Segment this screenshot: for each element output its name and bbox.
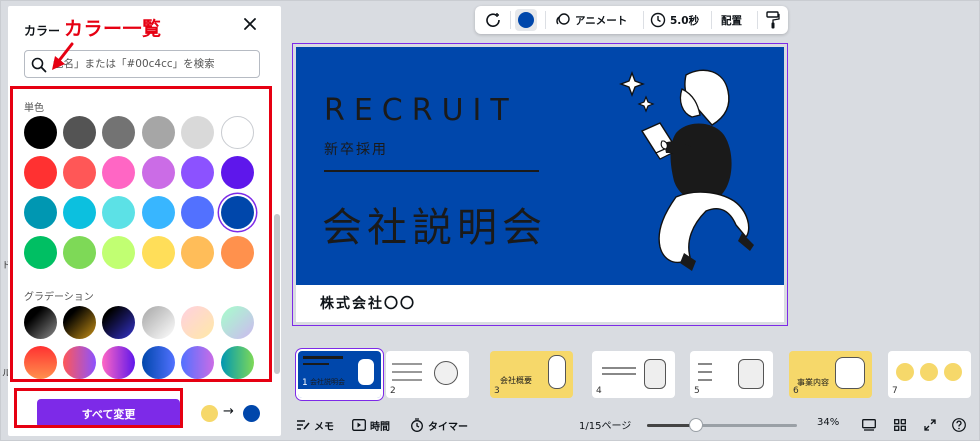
timer-icon — [411, 418, 423, 432]
element-toolbar: アニメート 5.0秒 配置 — [475, 6, 788, 34]
grid-view-icon[interactable] — [894, 416, 906, 434]
page-thumbnail-4[interactable]: 4 — [592, 351, 675, 398]
annotation-box-apply — [14, 388, 183, 428]
page-thumbnail-1[interactable]: 1 会社説明会 — [298, 351, 381, 398]
magic-edit-icon[interactable] — [481, 6, 505, 34]
annotation-arrow-icon — [52, 42, 74, 70]
arrow-icon: → — [223, 404, 234, 419]
thumbnail-number: 2 — [390, 386, 396, 396]
zoom-slider-track[interactable] — [647, 424, 797, 427]
color-button[interactable] — [513, 6, 539, 34]
timer-button[interactable]: タイマー — [410, 416, 468, 434]
duration-button[interactable]: 5.0秒 — [650, 6, 699, 34]
slide-title[interactable]: RECRUIT — [324, 93, 518, 128]
animate-button[interactable]: アニメート — [555, 6, 627, 34]
notes-label: メモ — [314, 421, 334, 433]
thumbnail-number: 1 — [302, 378, 308, 388]
fullscreen-icon[interactable] — [924, 416, 936, 434]
replace-from-swatch — [201, 405, 218, 422]
replace-to-swatch — [243, 405, 260, 422]
thumbnail-number: 4 — [596, 386, 602, 396]
page-view-icon[interactable] — [862, 416, 876, 434]
person-laptop-illustration[interactable] — [616, 61, 766, 281]
thumbnail-number: 7 — [892, 386, 898, 396]
animate-label: アニメート — [575, 14, 628, 27]
page-thumbnail-5[interactable]: 5 — [690, 351, 773, 398]
page-thumbnail-3[interactable]: 会社概要 3 — [490, 351, 573, 398]
notes-button[interactable]: メモ — [296, 416, 334, 434]
notes-icon — [297, 420, 310, 430]
page-indicator: 1/15ページ — [579, 421, 632, 432]
close-icon[interactable] — [241, 15, 259, 33]
page-thumbnail-7[interactable]: 7 — [888, 351, 971, 398]
thumbnail-label: 会社概要 — [500, 376, 532, 385]
duration-label: 5.0秒 — [670, 14, 700, 27]
page-thumbnail-6[interactable]: 事業内容 6 — [789, 351, 872, 398]
zoom-level[interactable]: 34% — [817, 417, 839, 428]
thumbnail-number: 5 — [694, 386, 700, 396]
position-label: 配置 — [721, 14, 742, 27]
thumbnail-number: 3 — [494, 386, 500, 396]
thumbnail-label: 会社説明会 — [310, 378, 345, 386]
slide-divider — [324, 170, 539, 172]
slide-canvas[interactable]: RECRUIT 新卒採用 会社説明会 株式会社〇〇 — [296, 47, 784, 322]
slide-main-title[interactable]: 会社説明会 — [322, 195, 547, 253]
zoom-slider-handle[interactable] — [689, 418, 703, 432]
animate-icon — [556, 13, 570, 25]
slide-company-name[interactable]: 株式会社〇〇 — [320, 293, 416, 313]
paint-roller-icon[interactable] — [764, 6, 782, 34]
thumbnail-label: 事業内容 — [797, 378, 829, 387]
clock-icon — [650, 12, 666, 28]
thumbnail-number: 6 — [793, 386, 799, 396]
panel-scrollbar[interactable] — [274, 214, 280, 374]
position-button[interactable]: 配置 — [721, 6, 742, 34]
play-screen-icon — [352, 419, 366, 431]
time-label: 時間 — [370, 421, 390, 433]
page-thumbnail-2[interactable]: 2 — [386, 351, 469, 398]
time-button[interactable]: 時間 — [352, 416, 390, 434]
help-icon[interactable] — [952, 416, 966, 434]
timer-label: タイマー — [428, 421, 468, 433]
slide-subtitle[interactable]: 新卒採用 — [324, 139, 388, 159]
search-icon — [31, 57, 47, 73]
annotation-box-palette — [10, 86, 272, 382]
